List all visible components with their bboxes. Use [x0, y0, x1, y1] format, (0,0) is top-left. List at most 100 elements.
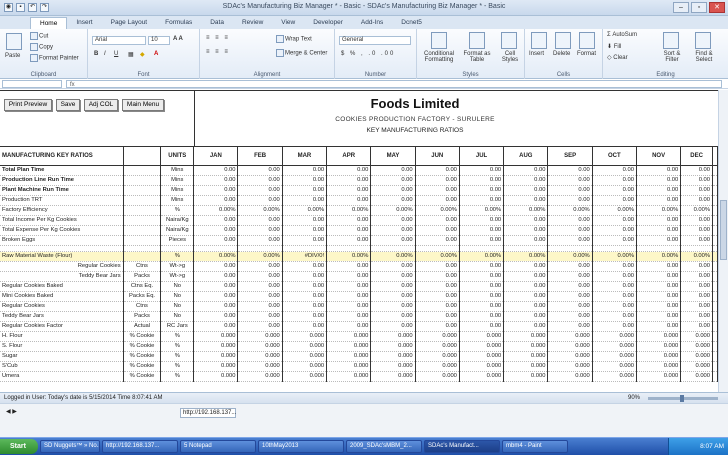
row-unit[interactable]: No [161, 291, 194, 301]
row-unit[interactable]: % [161, 205, 194, 215]
cell-value[interactable]: 0.00 [681, 291, 713, 301]
cell-value[interactable]: 0.00 [371, 281, 415, 291]
cell-value[interactable]: 0.00 [681, 185, 713, 195]
cell-value[interactable]: 0.00 [636, 195, 680, 205]
cell-value[interactable]: 0.00 [592, 261, 636, 271]
cell-value[interactable]: 0.00 [636, 301, 680, 311]
cell-value[interactable]: 0.00 [371, 165, 415, 175]
cell-value[interactable]: 0.00% [636, 251, 680, 261]
cell-value[interactable]: 0.000 [327, 341, 371, 351]
cell-value[interactable]: 0.00 [548, 225, 592, 235]
cell-value[interactable]: 0.00 [592, 321, 636, 331]
cell-value[interactable]: 0.000 [459, 371, 503, 381]
row-label[interactable]: Teddy Bear Jars [0, 311, 123, 321]
row-sub-unit[interactable] [123, 251, 161, 261]
cell-value[interactable]: 0.000 [327, 361, 371, 371]
row-unit[interactable]: No [161, 281, 194, 291]
cell-value[interactable]: 0.00 [504, 311, 548, 321]
cell-value[interactable]: 0.000 [592, 341, 636, 351]
row-unit[interactable]: % [161, 371, 194, 381]
row-label[interactable]: Sugar [0, 351, 123, 361]
cell-value[interactable]: 0.00 [681, 321, 713, 331]
cell-value[interactable]: 0.000 [415, 371, 459, 381]
cell-value[interactable]: 0.000 [504, 371, 548, 381]
cell-value[interactable]: 0.00 [327, 281, 371, 291]
autosum-button[interactable]: Σ AutoSum [607, 32, 637, 38]
cell-value[interactable]: 0.00% [194, 205, 238, 215]
cell-value[interactable]: 0.00 [282, 165, 326, 175]
cell-value[interactable]: 0.00 [327, 261, 371, 271]
cell-value[interactable]: 0.00 [548, 175, 592, 185]
row-sub-unit[interactable]: Ctns [123, 261, 161, 271]
row-unit[interactable]: Mins [161, 185, 194, 195]
cell-value[interactable]: 0.00 [238, 215, 282, 225]
vertical-scrollbar[interactable] [718, 90, 728, 392]
cell-value[interactable]: 0.00 [681, 261, 713, 271]
cell-value[interactable]: 0.000 [238, 361, 282, 371]
cell-value[interactable]: 0.00 [681, 235, 713, 245]
row-sub-unit[interactable]: Packs [123, 311, 161, 321]
cell-value[interactable]: 0.00 [194, 225, 238, 235]
row-unit[interactable]: % [161, 341, 194, 351]
cell-value[interactable]: 0.00 [548, 321, 592, 331]
cell-value[interactable]: 0.00 [371, 311, 415, 321]
cell-value[interactable]: 0.00% [238, 251, 282, 261]
cell-value[interactable]: 0.000 [194, 341, 238, 351]
cell-value[interactable]: 0.00 [327, 225, 371, 235]
cell-value[interactable]: 0.000 [238, 341, 282, 351]
cell-value[interactable]: 0.000 [282, 371, 326, 381]
cell-value[interactable]: 0.000 [371, 371, 415, 381]
tab-add-ins[interactable]: Add-Ins [352, 17, 392, 29]
formula-input[interactable]: fx [66, 80, 722, 88]
format-button[interactable]: Format [577, 51, 596, 57]
delete-cells-icon[interactable] [555, 32, 571, 49]
row-label[interactable]: H. Flour [0, 331, 123, 341]
tab-developer[interactable]: Developer [304, 17, 352, 29]
cell-value[interactable]: 0.000 [548, 351, 592, 361]
cell-value[interactable]: 0.000 [371, 351, 415, 361]
row-unit[interactable]: Mins [161, 165, 194, 175]
cell-value[interactable]: 0.00 [327, 165, 371, 175]
cell-value[interactable]: 0.000 [415, 361, 459, 371]
row-sub-unit[interactable] [123, 205, 161, 215]
cell-value[interactable]: 0.00 [548, 185, 592, 195]
cell-value[interactable]: 0.000 [327, 351, 371, 361]
horizontal-align-icons[interactable]: ≡ ≡ ≡ [206, 49, 230, 55]
cell-value[interactable]: 0.00 [238, 175, 282, 185]
cell-value[interactable]: 0.00% [194, 251, 238, 261]
cell-value[interactable]: 0.00% [681, 251, 713, 261]
cell-value[interactable]: 0.00 [194, 215, 238, 225]
cell-extra[interactable] [713, 281, 718, 291]
cell-value[interactable]: 0.000 [548, 371, 592, 381]
merge-center-button[interactable]: Merge & Center [276, 49, 327, 57]
cell-value[interactable]: 0.00 [681, 165, 713, 175]
cell-value[interactable]: 0.00 [548, 195, 592, 205]
cell-value[interactable]: 0.000 [282, 331, 326, 341]
cell-value[interactable]: 0.000 [681, 331, 713, 341]
cell-value[interactable]: 0.00 [415, 321, 459, 331]
cell-value[interactable]: 0.00 [548, 281, 592, 291]
cell-value[interactable]: 0.00 [459, 195, 503, 205]
cell-value[interactable]: 0.00% [327, 205, 371, 215]
cell-value[interactable]: 0.00 [681, 225, 713, 235]
cell-value[interactable]: 0.00 [504, 225, 548, 235]
zoom-slider-knob[interactable] [680, 395, 684, 402]
tab-page-layout[interactable]: Page Layout [102, 17, 157, 29]
main-menu-button[interactable]: Main Menu [122, 99, 164, 111]
cell-value[interactable]: 0.00 [548, 165, 592, 175]
row-unit[interactable]: Naira/Kg [161, 215, 194, 225]
cell-value[interactable]: 0.00 [459, 281, 503, 291]
cell-value[interactable]: 0.00 [415, 271, 459, 281]
cell-extra[interactable] [713, 271, 718, 281]
row-label[interactable]: Regular Cookies Factor [0, 321, 123, 331]
cell-value[interactable]: 0.00 [459, 321, 503, 331]
cell-value[interactable]: 0.00 [282, 235, 326, 245]
cell-value[interactable]: 0.00 [681, 281, 713, 291]
cell-value[interactable]: 0.00% [282, 205, 326, 215]
cell-value[interactable]: 0.00 [415, 301, 459, 311]
cell-value[interactable]: 0.00 [238, 195, 282, 205]
cell-value[interactable]: 0.000 [415, 351, 459, 361]
cell-value[interactable]: 0.00 [327, 235, 371, 245]
cell-value[interactable]: 0.00 [327, 195, 371, 205]
cell-extra[interactable] [713, 225, 718, 235]
